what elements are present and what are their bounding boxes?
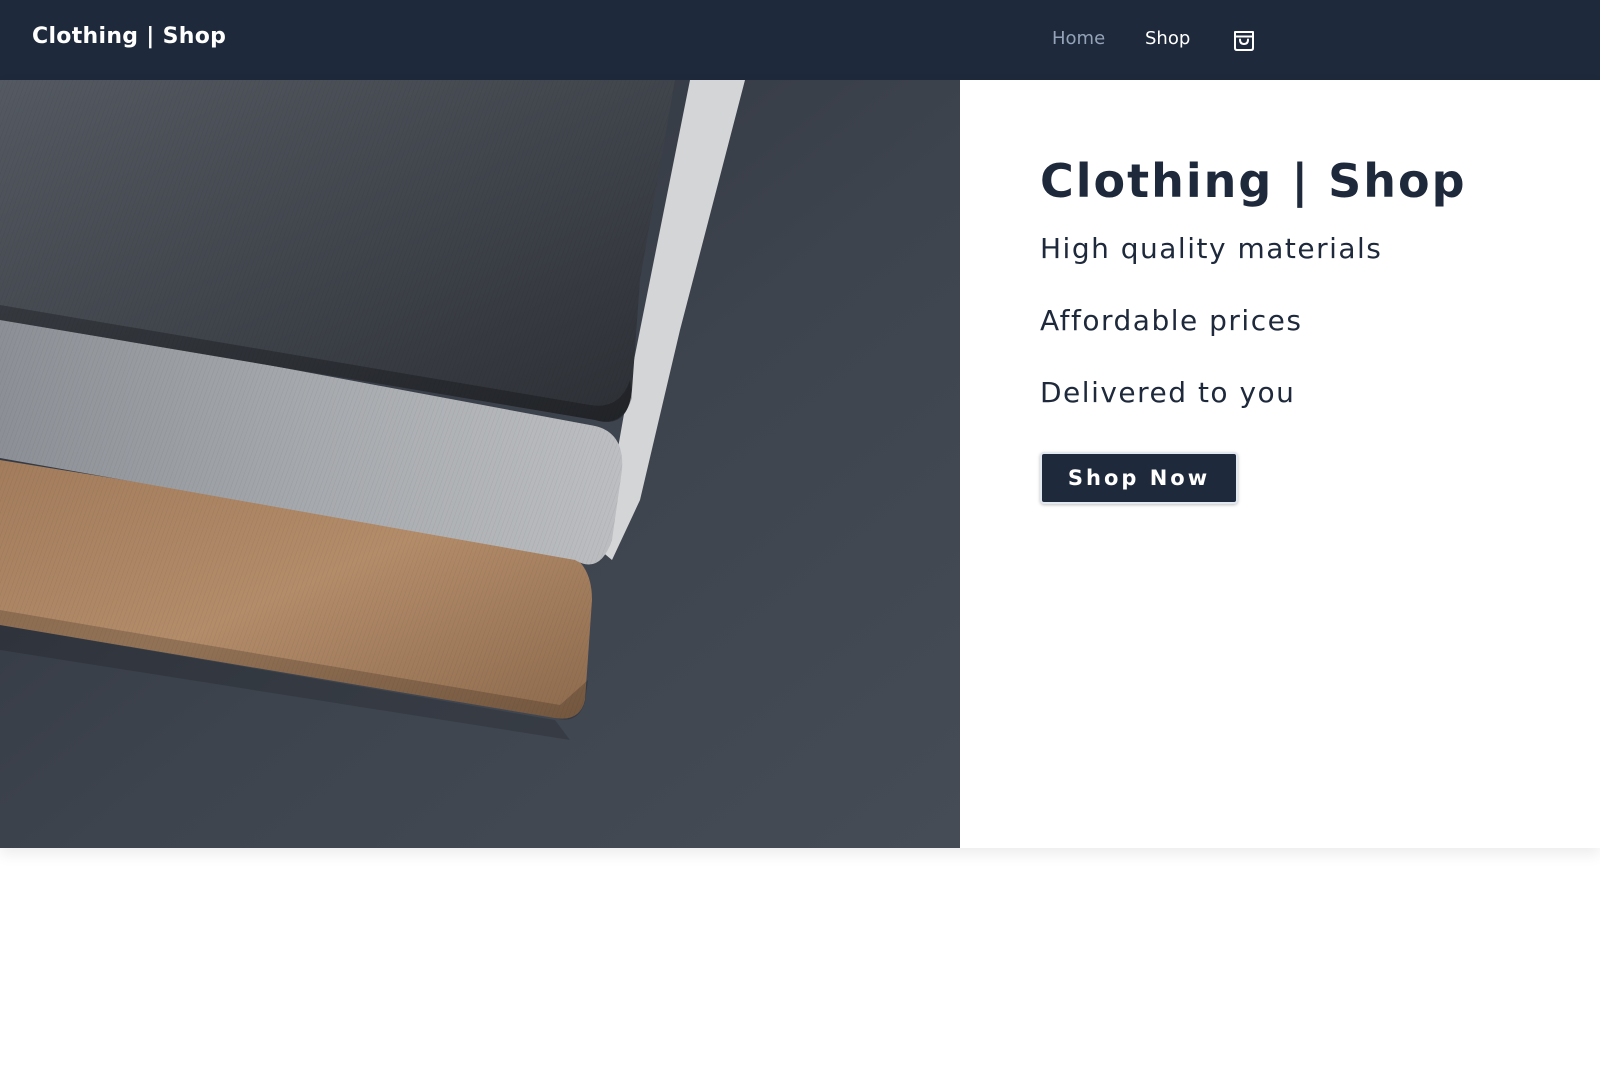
brand-logo[interactable]: Clothing | Shop xyxy=(32,24,226,49)
feature-quality: High quality materials xyxy=(1040,232,1383,265)
shopping-bag-icon[interactable] xyxy=(1231,27,1257,53)
navbar: Clothing | Shop Home Shop xyxy=(0,0,1600,80)
nav-link-home[interactable]: Home xyxy=(1052,28,1105,49)
shop-now-button[interactable]: Shop Now xyxy=(1040,452,1238,504)
feature-delivery: Delivered to you xyxy=(1040,376,1296,409)
nav-link-shop[interactable]: Shop xyxy=(1145,28,1190,49)
folded-shirts-photo xyxy=(0,80,960,848)
hero-image xyxy=(0,80,960,848)
hero-section: Clothing | Shop High quality materials A… xyxy=(0,80,1600,848)
feature-prices: Affordable prices xyxy=(1040,304,1303,337)
hero-title: Clothing | Shop xyxy=(1040,154,1467,208)
